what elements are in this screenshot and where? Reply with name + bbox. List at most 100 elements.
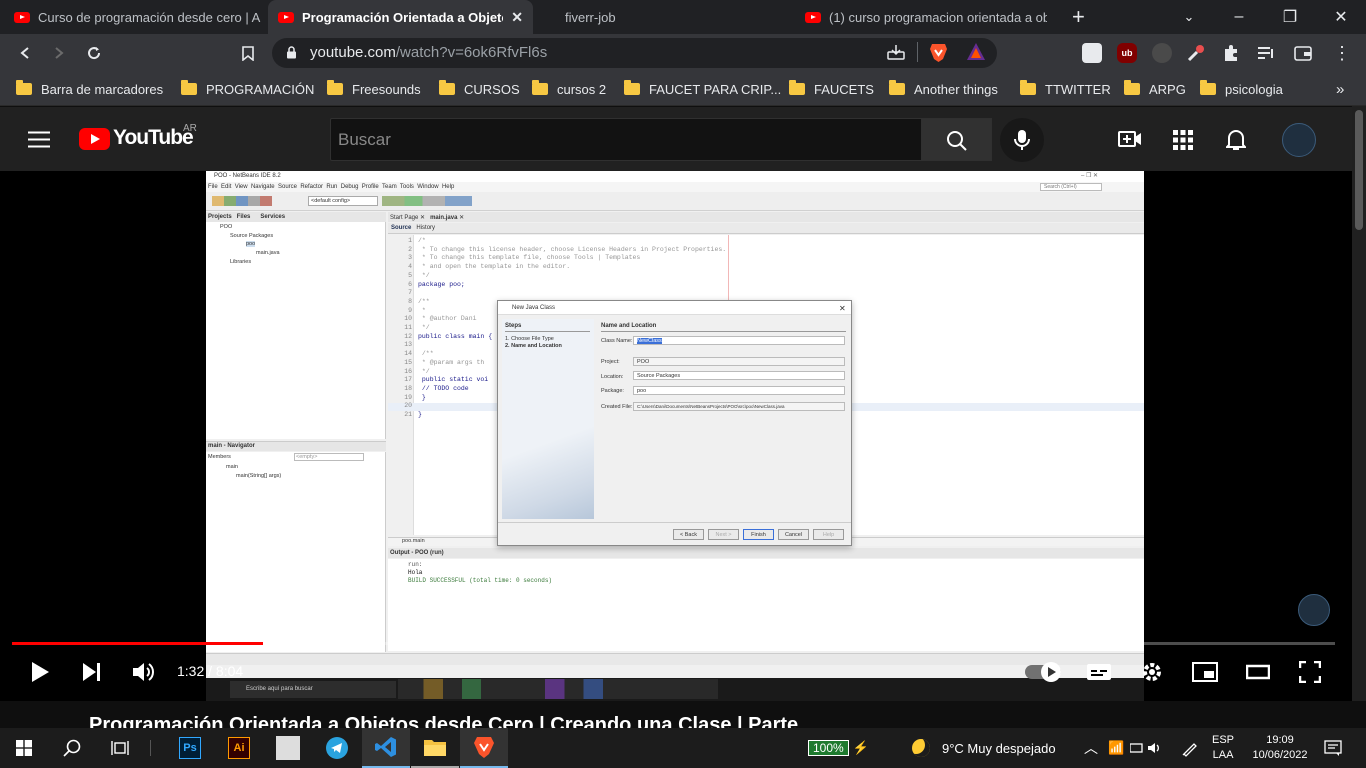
- notifications-center-icon[interactable]: [1324, 728, 1342, 768]
- code-line: 6 package poo;: [408, 280, 465, 288]
- qr-extension-icon[interactable]: [1082, 43, 1102, 63]
- tab-search-chevron-icon[interactable]: ⌄: [1164, 0, 1214, 34]
- bookmark-icon[interactable]: [232, 34, 264, 72]
- extension-icon[interactable]: [1152, 43, 1172, 63]
- bookmarks-overflow-button[interactable]: »: [1336, 72, 1344, 106]
- voice-search-mic-icon[interactable]: [1000, 118, 1044, 162]
- brave-shields-icon[interactable]: [929, 42, 948, 68]
- search-button[interactable]: [921, 118, 992, 161]
- windows-start-icon[interactable]: [0, 728, 48, 768]
- next-video-button[interactable]: [74, 654, 110, 690]
- taskbar-search-icon[interactable]: [48, 728, 96, 768]
- show-hidden-icons-chevron-icon[interactable]: ︿: [1084, 728, 1098, 768]
- country-code: AR: [183, 123, 197, 134]
- apps-grid-icon[interactable]: [1173, 130, 1193, 155]
- play-button[interactable]: [22, 654, 58, 690]
- media-controls-icon[interactable]: [1256, 43, 1276, 63]
- bookmark-folder[interactable]: PROGRAMACIÓN: [181, 72, 314, 106]
- create-video-icon[interactable]: [1118, 129, 1142, 154]
- folder-icon: [1200, 80, 1216, 95]
- video-title-clip: Programación Orientada a Objetos desde C…: [0, 701, 1352, 728]
- ide-window-controls: – ❐ ✕: [1081, 173, 1099, 179]
- channel-watermark[interactable]: [1298, 594, 1330, 626]
- notifications-bell-icon[interactable]: [1224, 128, 1248, 156]
- dialog-next-button: Next >: [708, 529, 739, 540]
- photoshop-icon[interactable]: Ps: [166, 728, 214, 768]
- telegram-icon[interactable]: [313, 728, 361, 768]
- divider: [917, 42, 918, 62]
- time-display: 1:32 / 8:04: [177, 663, 244, 679]
- settings-gear-icon[interactable]: [1134, 654, 1170, 690]
- clock[interactable]: 19:09 10/06/2022: [1245, 728, 1315, 768]
- extensions-puzzle-icon[interactable]: [1221, 43, 1241, 63]
- illustrator-icon[interactable]: Ai: [215, 728, 263, 768]
- package-label: Package:: [601, 388, 624, 394]
- app-shortcut-icon[interactable]: [264, 728, 312, 768]
- minimize-button[interactable]: –: [1214, 0, 1264, 34]
- browser-menu-icon[interactable]: ⋮: [1326, 34, 1358, 72]
- browser-tab[interactable]: Curso de programación desde cero | A: [4, 0, 272, 34]
- tree-file: main.java: [256, 250, 280, 256]
- fullscreen-icon[interactable]: [1292, 654, 1328, 690]
- bookmark-folder[interactable]: ARPG: [1124, 72, 1186, 106]
- install-app-icon[interactable]: [887, 44, 905, 65]
- bookmark-folder[interactable]: Another things: [889, 72, 998, 106]
- bookmark-folder[interactable]: Barra de marcadores: [16, 72, 163, 106]
- editor-subtabs: Source History: [391, 225, 436, 231]
- bookmark-folder[interactable]: TTWITTER: [1020, 72, 1111, 106]
- dialog-step-current: 2. Name and Location: [505, 343, 562, 349]
- file-explorer-icon[interactable]: [411, 728, 459, 768]
- video-taskbar-search: Escribe aquí para buscar: [246, 686, 313, 692]
- theater-mode-icon[interactable]: [1240, 654, 1276, 690]
- battery-indicator[interactable]: 100% ⚡: [808, 728, 869, 768]
- user-avatar[interactable]: [1282, 123, 1316, 157]
- new-tab-button[interactable]: +: [1062, 0, 1096, 34]
- ublock-icon[interactable]: ub: [1117, 43, 1137, 63]
- bookmark-folder[interactable]: FAUCET PARA CRIP...: [624, 72, 781, 106]
- youtube-logo-text[interactable]: YouTube: [113, 126, 194, 150]
- youtube-logo-icon[interactable]: [79, 128, 110, 150]
- browser-tab[interactable]: (1) curso programacion orientada a ob: [795, 0, 1057, 34]
- bookmark-folder[interactable]: Freesounds: [327, 72, 421, 106]
- miniplayer-icon[interactable]: [1187, 654, 1223, 690]
- dialog-help-button: Help: [813, 529, 844, 540]
- browser-tab-active[interactable]: Programación Orientada a Objeto ✕: [268, 0, 533, 34]
- dialog-steps-title: Steps: [505, 323, 522, 329]
- back-button[interactable]: [9, 34, 41, 72]
- volume-tray-icon[interactable]: [1130, 728, 1162, 768]
- brave-browser-icon[interactable]: [460, 728, 508, 768]
- folder-icon: [889, 80, 905, 95]
- bookmark-folder[interactable]: CURSOS: [439, 72, 520, 106]
- network-icon[interactable]: 📶: [1108, 728, 1124, 768]
- restore-button[interactable]: ❐: [1265, 0, 1315, 34]
- code-line: 21}: [404, 411, 422, 418]
- search-input[interactable]: [330, 118, 922, 161]
- created-file-label: Created File:: [601, 404, 633, 410]
- key-extension-icon[interactable]: [1186, 43, 1206, 63]
- bookmark-folder[interactable]: psicologia: [1200, 72, 1283, 106]
- close-window-button[interactable]: ✕: [1316, 0, 1366, 34]
- bookmark-folder[interactable]: cursos 2: [532, 72, 606, 106]
- dialog-step: 1. Choose File Type: [505, 336, 554, 342]
- hamburger-menu-icon[interactable]: [28, 131, 50, 153]
- brave-rewards-icon[interactable]: [966, 42, 986, 66]
- navigator-class: main: [226, 464, 238, 470]
- close-tab-icon[interactable]: ✕: [511, 9, 523, 26]
- task-view-icon[interactable]: [96, 728, 144, 768]
- volume-icon[interactable]: [126, 654, 162, 690]
- reload-button[interactable]: [78, 34, 110, 72]
- scrollbar-thumb[interactable]: [1355, 110, 1363, 230]
- bookmark-folder[interactable]: FAUCETS: [789, 72, 874, 106]
- subtitles-icon[interactable]: [1081, 654, 1117, 690]
- weather-widget[interactable]: 9°C Muy despejado: [912, 728, 1056, 768]
- dialog-finish-button: Finish: [743, 529, 774, 540]
- created-file-field: C:\Users\Dani\Documents\NetBeansProjects…: [633, 402, 845, 411]
- pen-workspace-icon[interactable]: [1181, 728, 1199, 768]
- wallet-icon[interactable]: [1293, 43, 1313, 63]
- forward-button[interactable]: [43, 34, 75, 72]
- browser-tab[interactable]: fiverr-job: [555, 0, 795, 34]
- youtube-favicon-icon: [278, 11, 294, 23]
- input-language[interactable]: ESP LAA: [1212, 728, 1234, 768]
- class-name-field: NewClass: [633, 336, 845, 345]
- vscode-icon[interactable]: [362, 728, 410, 768]
